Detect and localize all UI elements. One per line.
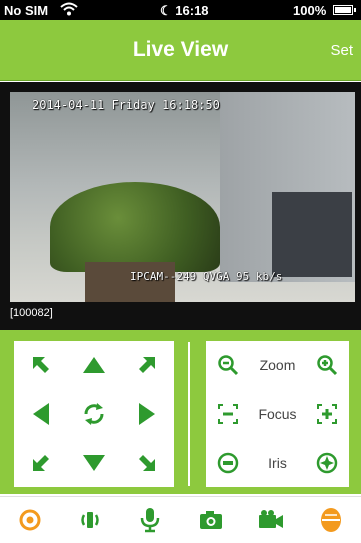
- tilt-down-button[interactable]: [67, 438, 120, 487]
- iris-label: Iris: [268, 454, 287, 471]
- arrow-down-right-icon: [139, 454, 156, 471]
- focus-plus-icon: [317, 403, 337, 424]
- iris-open-icon: [316, 452, 338, 473]
- iris-close-button[interactable]: [206, 438, 250, 487]
- pan-down-left-button[interactable]: [14, 438, 67, 487]
- page-title: Live View: [132, 38, 229, 61]
- nav-bar: Live View Set: [0, 20, 361, 81]
- arrow-down-left-icon: [32, 454, 49, 471]
- live-video-view[interactable]: 2014-04-11 Friday 16:18:50 IPCAM--249 QV…: [0, 82, 361, 330]
- battery-icon: [333, 5, 356, 15]
- pan-right-button[interactable]: [121, 390, 174, 439]
- zoom-in-button[interactable]: [305, 341, 349, 390]
- iris-open-button[interactable]: [305, 438, 349, 487]
- zoom-in-icon: [317, 355, 338, 376]
- osd-timestamp: 2014-04-11 Friday 16:18:50: [32, 98, 220, 112]
- focus-minus-icon: [218, 403, 238, 424]
- video-record-icon: [258, 510, 283, 528]
- clock-time: 16:18: [175, 3, 209, 18]
- plant: [50, 182, 220, 272]
- settings-light-button[interactable]: [311, 500, 351, 540]
- zoom-label: Zoom: [259, 357, 296, 374]
- pan-up-left-button[interactable]: [14, 341, 67, 390]
- carrier-label: No SIM: [4, 3, 49, 18]
- lens-controls: Zoom Focus Iris: [206, 341, 349, 487]
- set-button[interactable]: Set: [330, 42, 353, 59]
- ptz-pad: [14, 341, 174, 487]
- audio-icon: [81, 512, 99, 528]
- battery-percentage: 100%: [293, 3, 327, 18]
- record-indicator-button[interactable]: [10, 500, 50, 540]
- arrow-left-icon: [32, 402, 49, 425]
- snapshot-button[interactable]: [191, 500, 231, 540]
- arrow-up-icon: [82, 357, 105, 374]
- tilt-up-button[interactable]: [67, 341, 120, 390]
- bottom-toolbar: [0, 496, 361, 543]
- auto-rotate-button[interactable]: [67, 390, 120, 439]
- video-record-button[interactable]: [251, 500, 291, 540]
- arrow-down-icon: [82, 454, 105, 471]
- background-monitor: [272, 192, 352, 277]
- microphone-icon: [141, 508, 160, 533]
- wifi-icon: [60, 1, 78, 20]
- focus-label: Focus: [258, 405, 297, 422]
- settings-light-icon: [320, 508, 341, 532]
- pan-up-right-button[interactable]: [121, 341, 174, 390]
- zoom-out-icon: [218, 355, 239, 376]
- audio-button[interactable]: [70, 500, 110, 540]
- pan-left-button[interactable]: [14, 390, 67, 439]
- focus-near-button[interactable]: [206, 390, 250, 439]
- iris-close-icon: [217, 452, 239, 473]
- control-panel: Zoom Focus Iris: [0, 330, 361, 494]
- camera-id: [100082]: [10, 307, 53, 319]
- osd-camera-info: IPCAM--249 QVGA 95 kb/s: [130, 270, 283, 283]
- arrow-up-left-icon: [32, 357, 49, 374]
- rotate-icon: [84, 402, 104, 425]
- arrow-right-icon: [139, 402, 156, 425]
- clock: ☾ 16:18: [160, 3, 209, 18]
- microphone-button[interactable]: [130, 500, 170, 540]
- pan-down-right-button[interactable]: [121, 438, 174, 487]
- focus-far-button[interactable]: [305, 390, 349, 439]
- arrow-up-right-icon: [139, 357, 156, 374]
- zoom-out-button[interactable]: [206, 341, 250, 390]
- status-bar: No SIM ☾ 16:18 100%: [0, 0, 361, 20]
- panel-divider: [188, 342, 190, 486]
- record-indicator-icon: [19, 509, 41, 531]
- snapshot-icon: [199, 511, 222, 529]
